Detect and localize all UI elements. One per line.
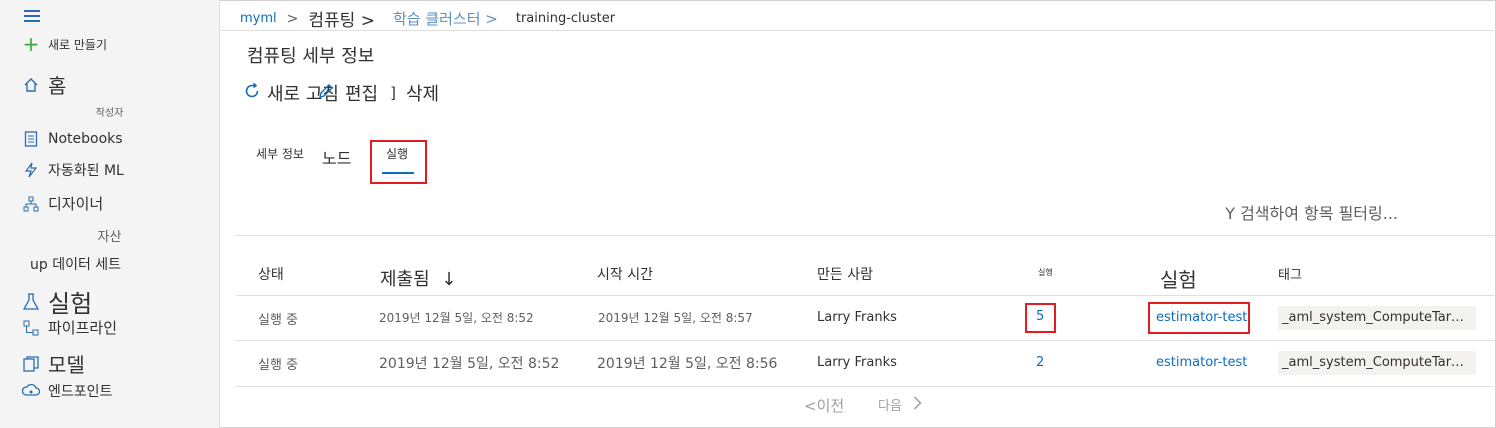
- column-header-experiment[interactable]: 실험: [1160, 264, 1197, 293]
- edit-button[interactable]: 편집: [317, 80, 378, 106]
- designer-icon: [22, 195, 40, 213]
- sidebar-item-datasets[interactable]: up 데이터 세트: [30, 254, 121, 274]
- delete-button[interactable]: 삭제: [406, 80, 439, 106]
- sidebar-item-label: 실험: [48, 290, 93, 318]
- endpoint-icon: [22, 382, 40, 400]
- highlight-box-experiment: [1148, 302, 1250, 334]
- sidebar-item-models[interactable]: 모델: [22, 349, 85, 378]
- highlight-box-runs-tab: [370, 140, 427, 184]
- sidebar-item-label: 파이프라인: [48, 319, 118, 337]
- breadcrumb-compute[interactable]: 컴퓨팅 >: [308, 6, 375, 31]
- tab-details[interactable]: 세부 정보: [256, 145, 304, 162]
- column-header-status[interactable]: 상태: [258, 264, 284, 284]
- sidebar-item-automl[interactable]: 자동화된 ML: [22, 160, 124, 180]
- run-number-link[interactable]: 2: [1036, 355, 1044, 370]
- column-header-run[interactable]: 실행: [1038, 267, 1053, 278]
- divider: [236, 235, 1496, 236]
- divider: [236, 386, 1496, 387]
- sidebar-item-endpoints[interactable]: 엔드포인트: [22, 381, 112, 401]
- flask-icon: [22, 292, 40, 311]
- plus-icon: +: [22, 32, 40, 56]
- experiment-link[interactable]: estimator-test: [1156, 355, 1247, 370]
- tab-nodes[interactable]: 노드: [322, 145, 351, 169]
- menu-icon[interactable]: [24, 10, 40, 22]
- chevron-right-icon: [913, 396, 922, 414]
- model-icon: [22, 355, 40, 373]
- search-filter-input[interactable]: Y 검색하여 항목 필터링...: [1225, 200, 1398, 224]
- chevron-right-icon: >: [286, 10, 299, 27]
- cell-status: 실행 중: [258, 358, 299, 373]
- command-bar: 새로 고침 편집 ] 삭제: [243, 80, 439, 106]
- cell-created-by: Larry Franks: [817, 355, 897, 370]
- home-icon: [22, 76, 40, 94]
- sidebar-item-home[interactable]: 홈: [22, 70, 66, 99]
- sidebar-item-label: up 데이터 세트: [30, 257, 122, 273]
- cell-start-time: 2019년 12월 5일, 오전 8:56: [597, 356, 778, 372]
- sidebar-item-experiments[interactable]: 실험: [22, 284, 92, 319]
- sidebar-item-pipelines[interactable]: 파이프라인: [22, 317, 117, 338]
- highlight-box-run: [1025, 303, 1056, 333]
- sidebar: + 새로 만들기 홈 작성자 Notebooks 자동화된 ML 디자이너 자산…: [0, 0, 220, 428]
- main-content: myml > 컴퓨팅 > 학습 클러스터 > training-cluster …: [220, 0, 1496, 428]
- column-header-start-time[interactable]: 시작 시간: [597, 264, 653, 284]
- lightning-icon: [22, 161, 40, 179]
- prev-page-button[interactable]: <이전: [804, 395, 844, 416]
- tag-chip[interactable]: _aml_system_ComputeTarget...: [1278, 351, 1476, 375]
- sidebar-item-label: 새로 만들기: [48, 37, 108, 52]
- column-header-submitted[interactable]: 제출됨 ↓: [380, 265, 457, 291]
- sidebar-item-label: 자동화된 ML: [48, 163, 124, 179]
- breadcrumb-current: training-cluster: [515, 11, 616, 26]
- refresh-icon: [243, 82, 261, 105]
- notebook-icon: [22, 130, 40, 148]
- sidebar-item-designer[interactable]: 디자이너: [22, 193, 103, 214]
- breadcrumb-workspace[interactable]: myml: [240, 11, 277, 26]
- cell-created-by: Larry Franks: [817, 310, 897, 325]
- sidebar-section-author: 작성자: [0, 104, 219, 119]
- divider: [236, 340, 1496, 341]
- column-header-tags[interactable]: 태그: [1278, 264, 1302, 283]
- next-page-button[interactable]: 다음: [878, 395, 922, 414]
- cell-submitted: 2019년 12월 5일, 오전 8:52: [379, 356, 560, 372]
- sidebar-section-assets: 자산: [0, 226, 219, 245]
- sidebar-item-label: 홈: [48, 74, 67, 98]
- pipeline-icon: [22, 319, 40, 337]
- pencil-icon: [317, 82, 335, 105]
- cell-submitted: 2019년 12월 5일, 오전 8:52: [379, 311, 534, 325]
- breadcrumb: myml > 컴퓨팅 > 학습 클러스터 > training-cluster: [240, 6, 615, 31]
- breadcrumb-training-clusters[interactable]: 학습 클러스터 >: [393, 8, 498, 29]
- tag-chip[interactable]: _aml_system_ComputeTarget...: [1278, 306, 1476, 330]
- edit-label: 편집: [344, 84, 379, 105]
- divider: [236, 295, 1496, 296]
- toolbar-separator: ]: [390, 84, 396, 102]
- cell-status: 실행 중: [258, 313, 299, 328]
- cell-start-time: 2019년 12월 5일, 오전 8:57: [598, 311, 753, 325]
- sidebar-item-label: 디자이너: [48, 195, 104, 213]
- sidebar-item-label: Notebooks: [48, 131, 123, 147]
- sidebar-item-notebooks[interactable]: Notebooks: [22, 130, 123, 148]
- sidebar-item-create[interactable]: + 새로 만들기: [22, 32, 108, 56]
- sidebar-item-label: 모델: [48, 353, 85, 377]
- sort-down-icon: ↓: [441, 269, 457, 290]
- page-title: 컴퓨팅 세부 정보: [247, 46, 375, 67]
- column-header-created-by[interactable]: 만든 사람: [817, 264, 873, 284]
- divider: [220, 30, 1496, 31]
- sidebar-item-label: 엔드포인트: [48, 384, 113, 400]
